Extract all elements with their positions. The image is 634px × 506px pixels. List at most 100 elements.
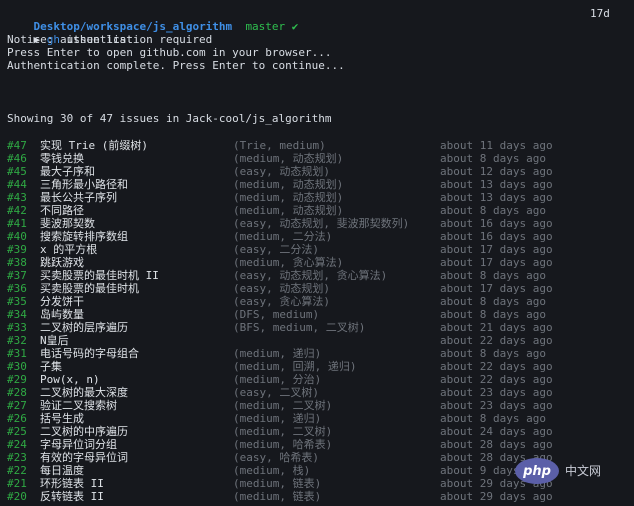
issue-labels: (medium, 动态规划) (233, 204, 344, 217)
issue-updated: about 28 days ago (440, 438, 553, 451)
issue-title: N皇后 (40, 334, 69, 347)
issue-number: #38 (7, 256, 27, 269)
issue-updated: about 22 days ago (440, 334, 553, 347)
issue-title: 二叉树的最大深度 (40, 386, 128, 399)
issue-row: #40 搜索旋转排序数组 (medium, 二分法) about 16 days ag… (7, 230, 627, 243)
issue-title: 子集 (40, 360, 62, 373)
issue-updated: about 8 days ago (440, 347, 546, 360)
php-logo-icon: php (515, 458, 559, 484)
issue-number: #30 (7, 360, 27, 373)
issue-row: #28 二叉树的最大深度 (easy, 二叉树) about 23 days ago (7, 386, 627, 399)
issue-updated: about 17 days ago (440, 282, 553, 295)
issue-row: #35 分发饼干 (easy, 贪心算法) about 8 days ago (7, 295, 627, 308)
issue-labels: (easy, 动态规划) (233, 165, 330, 178)
issue-row: #37 买卖股票的最佳时机 II (easy, 动态规划, 贪心算法) about 8… (7, 269, 627, 282)
issue-row: #36 买卖股票的最佳时机 (easy, 动态规划) about 17 days ag… (7, 282, 627, 295)
issue-title: 有效的字母异位词 (40, 451, 128, 464)
issue-title: 斐波那契数 (40, 217, 95, 230)
issue-row: #32 N皇后 about 22 days ago (7, 334, 627, 347)
issue-number: #34 (7, 308, 27, 321)
issue-title: 三角形最小路径和 (40, 178, 128, 191)
issue-updated: about 17 days ago (440, 243, 553, 256)
issue-row: #47 实现 Trie (前缀树) (Trie, medium) about 11 d… (7, 139, 627, 152)
issue-title: 环形链表 II (40, 477, 104, 490)
issue-updated: about 29 days ago (440, 490, 553, 503)
issue-number: #37 (7, 269, 27, 282)
issue-title: 最长公共子序列 (40, 191, 117, 204)
issue-number: #23 (7, 451, 27, 464)
issue-row: #24 字母异位词分组 (medium, 哈希表) about 28 days ago (7, 438, 627, 451)
issue-row: #33 二叉树的层序遍历 (BFS, medium, 二叉树) about 21 da… (7, 321, 627, 334)
repo-age: 17d (590, 7, 610, 20)
issue-labels: (medium, 二叉树) (233, 425, 333, 438)
press-enter-line: Press Enter to open github.com in your b… (7, 46, 332, 59)
issue-row: #30 子集 (medium, 回溯, 递归) about 22 days ago (7, 360, 627, 373)
issue-row: #29 Pow(x, n) (medium, 分治) about 22 days ag… (7, 373, 627, 386)
issue-labels: (medium, 回溯, 递归) (233, 360, 357, 373)
issue-title: 岛屿数量 (40, 308, 84, 321)
issue-row: #20 反转链表 II (medium, 链表) about 29 days ago (7, 490, 627, 503)
issue-number: #33 (7, 321, 27, 334)
issue-number: #43 (7, 191, 27, 204)
issue-row: #46 零钱兑换 (medium, 动态规划) about 8 days ago (7, 152, 627, 165)
issue-row: #44 三角形最小路径和 (medium, 动态规划) about 13 days a… (7, 178, 627, 191)
issue-title: Pow(x, n) (40, 373, 100, 386)
issue-number: #44 (7, 178, 27, 191)
issue-title: 分发饼干 (40, 295, 84, 308)
issue-labels: (medium, 栈) (233, 464, 311, 477)
issue-number: #41 (7, 217, 27, 230)
issue-row: #31 电话号码的字母组合 (medium, 递归) about 8 days ago (7, 347, 627, 360)
issue-updated: about 11 days ago (440, 139, 553, 152)
issue-row: #39 x 的平方根 (easy, 二分法) about 17 days ago (7, 243, 627, 256)
watermark-site-text: 中文网 (565, 463, 602, 478)
issue-number: #45 (7, 165, 27, 178)
issue-labels: (medium, 分治) (233, 373, 322, 386)
issue-number: #32 (7, 334, 27, 347)
issue-updated: about 8 days ago (440, 269, 546, 282)
issue-updated: about 13 days ago (440, 191, 553, 204)
issue-row: #34 岛屿数量 (DFS, medium) about 8 days ago (7, 308, 627, 321)
issue-labels: (medium, 贪心算法) (233, 256, 344, 269)
issue-number: #21 (7, 477, 27, 490)
issue-title: 电话号码的字母组合 (40, 347, 139, 360)
issue-row: #25 二叉树的中序遍历 (medium, 二叉树) about 24 days ag… (7, 425, 627, 438)
issue-labels: (medium, 哈希表) (233, 438, 333, 451)
issue-title: 反转链表 II (40, 490, 104, 503)
issue-title: 买卖股票的最佳时机 (40, 282, 139, 295)
issue-row: #41 斐波那契数 (easy, 动态规划, 斐波那契数列) about 16 day… (7, 217, 627, 230)
issue-number: #47 (7, 139, 27, 152)
issue-labels: (easy, 动态规划) (233, 282, 330, 295)
issue-title: 买卖股票的最佳时机 II (40, 269, 159, 282)
issue-updated: about 24 days ago (440, 425, 553, 438)
git-branch: master ✔ (245, 20, 299, 33)
issue-number: #25 (7, 425, 27, 438)
issue-labels: (easy, 贪心算法) (233, 295, 330, 308)
issue-labels: (medium, 二叉树) (233, 399, 333, 412)
issue-updated: about 12 days ago (440, 165, 553, 178)
issue-labels: (BFS, medium, 二叉树) (233, 321, 366, 334)
issue-number: #20 (7, 490, 27, 503)
issue-updated: about 21 days ago (440, 321, 553, 334)
issue-updated: about 16 days ago (440, 217, 553, 230)
issue-number: #42 (7, 204, 27, 217)
issue-row: #43 最长公共子序列 (medium, 动态规划) about 13 days ag… (7, 191, 627, 204)
issue-labels: (easy, 哈希表) (233, 451, 319, 464)
issue-labels: (medium, 动态规划) (233, 178, 344, 191)
notice-line: Notice: authentication required (7, 33, 213, 46)
issue-updated: about 17 days ago (440, 256, 553, 269)
issue-number: #29 (7, 373, 27, 386)
issue-row: #38 跳跃游戏 (medium, 贪心算法) about 17 days ago (7, 256, 627, 269)
issue-updated: about 22 days ago (440, 373, 553, 386)
issue-title: 括号生成 (40, 412, 84, 425)
issue-row: #45 最大子序和 (easy, 动态规划) about 12 days ago (7, 165, 627, 178)
auth-complete-line: Authentication complete. Press Enter to … (7, 59, 345, 72)
issue-title: 零钱兑换 (40, 152, 84, 165)
issue-number: #27 (7, 399, 27, 412)
issue-row: #42 不同路径 (medium, 动态规划) about 8 days ago (7, 204, 627, 217)
issue-updated: about 8 days ago (440, 295, 546, 308)
terminal-window[interactable]: Desktop/workspace/js_algorithm master ✔ … (0, 0, 634, 506)
issue-number: #26 (7, 412, 27, 425)
issue-updated: about 23 days ago (440, 399, 553, 412)
issue-updated: about 8 days ago (440, 412, 546, 425)
issue-title: 最大子序和 (40, 165, 95, 178)
